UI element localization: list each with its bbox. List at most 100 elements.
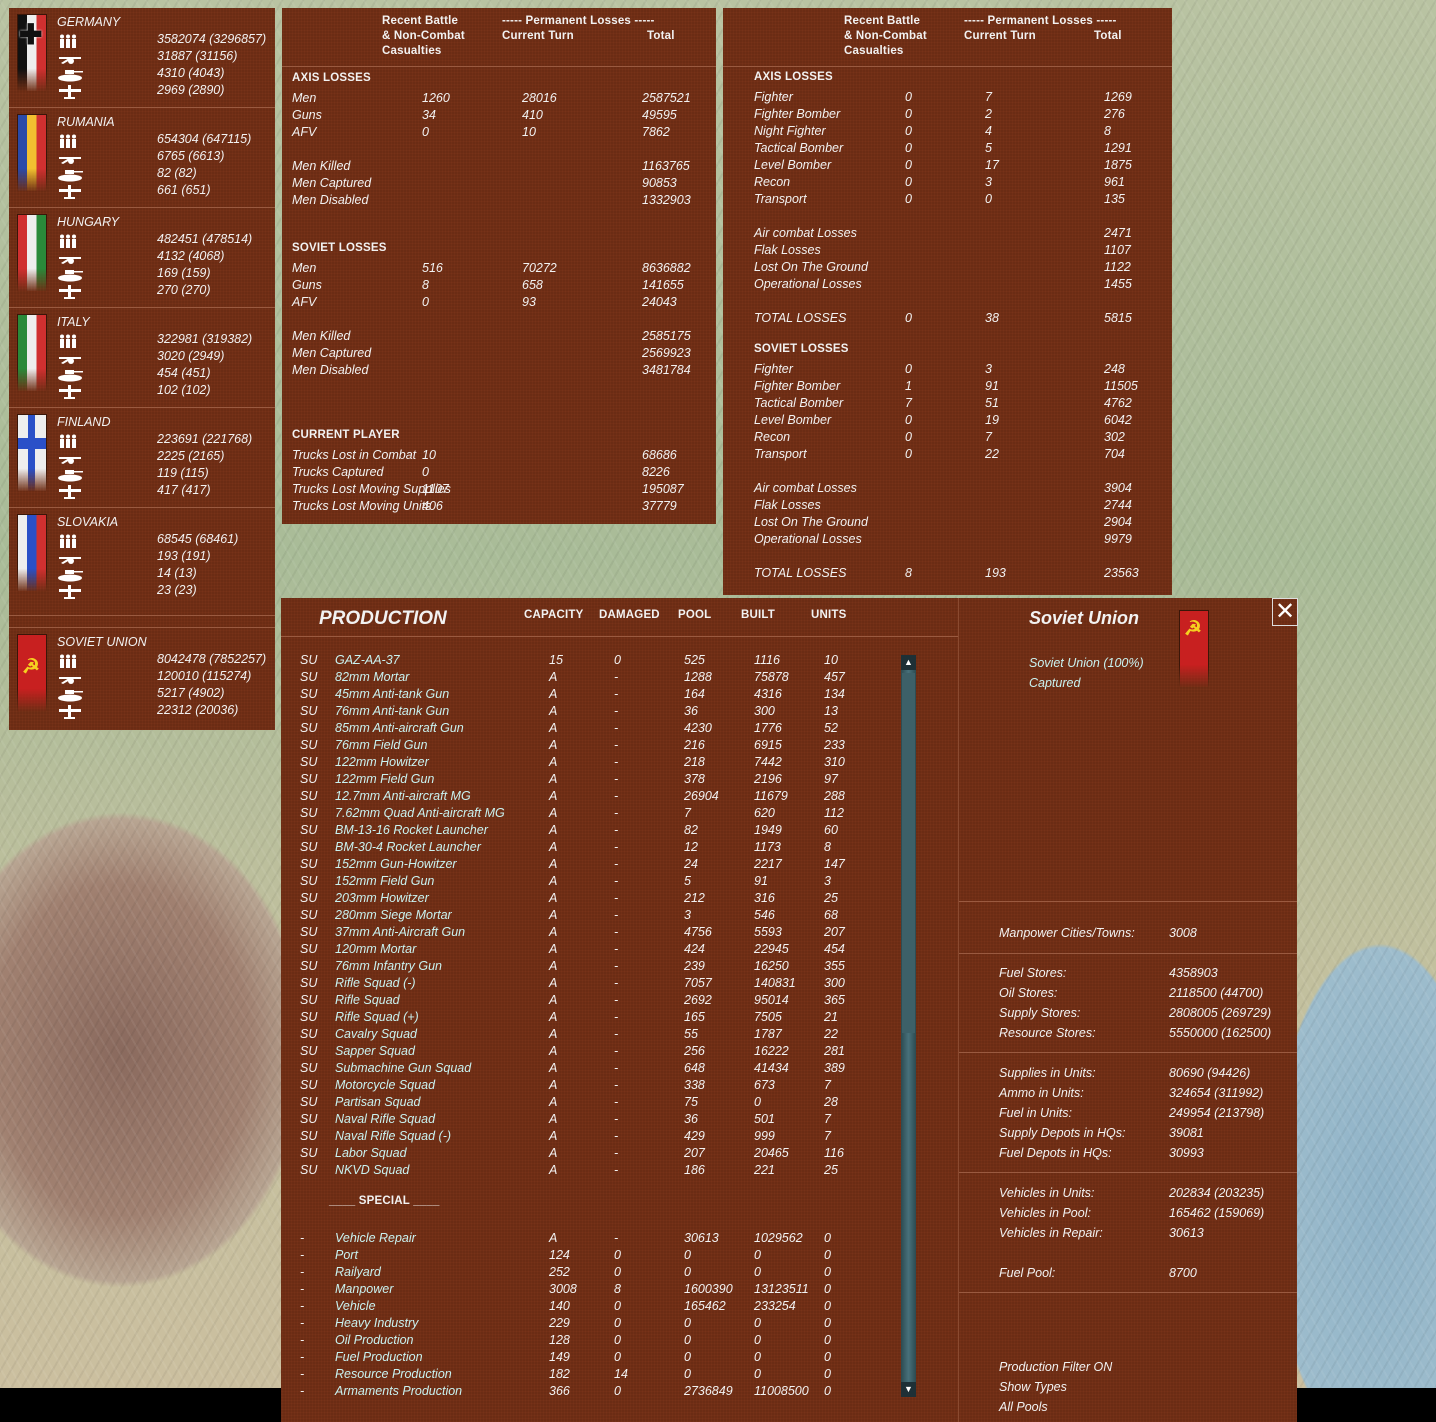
filter-option[interactable]: Show Types xyxy=(999,1380,1067,1394)
item-value: A xyxy=(549,721,558,735)
loss-value: 10 xyxy=(522,125,536,139)
aircraft-icon xyxy=(57,385,83,399)
item-name[interactable]: Fuel Production xyxy=(335,1350,423,1364)
item-name[interactable]: 37mm Anti-Aircraft Gun xyxy=(335,925,465,939)
item-name[interactable]: BM-13-16 Rocket Launcher xyxy=(335,823,488,837)
item-name[interactable]: Partisan Squad xyxy=(335,1095,420,1109)
item-value: 252 xyxy=(549,1265,570,1279)
item-name[interactable]: 152mm Gun-Howitzer xyxy=(335,857,457,871)
item-value: 0 xyxy=(824,1367,831,1381)
header-permanent-losses: ----- Permanent Losses ----- xyxy=(502,15,655,27)
scroll-up-arrow[interactable]: ▲ xyxy=(901,655,916,670)
divider xyxy=(959,1052,1297,1053)
item-value: - xyxy=(614,704,619,718)
loss-value: 0 xyxy=(905,90,912,104)
item-name[interactable]: Vehicle xyxy=(335,1299,376,1313)
item-name[interactable]: Heavy Industry xyxy=(335,1316,418,1330)
item-name[interactable]: Rifle Squad xyxy=(335,993,400,1007)
item-name[interactable]: 85mm Anti-aircraft Gun xyxy=(335,721,464,735)
cross-icon: ✚ xyxy=(19,19,43,50)
item-name[interactable]: 152mm Field Gun xyxy=(335,874,434,888)
nation-stat-value: 82 (82) xyxy=(157,166,197,180)
item-value: 7 xyxy=(824,1112,831,1126)
item-name[interactable]: 280mm Siege Mortar xyxy=(335,908,452,922)
scroll-down-arrow[interactable]: ▼ xyxy=(901,1382,916,1397)
item-name[interactable]: GAZ-AA-37 xyxy=(335,653,400,667)
scroll-thumb[interactable] xyxy=(902,673,915,1033)
item-name[interactable]: Rifle Squad (-) xyxy=(335,976,416,990)
item-value: SU xyxy=(300,1129,318,1143)
item-value: SU xyxy=(300,891,318,905)
item-name[interactable]: 203mm Howitzer xyxy=(335,891,429,905)
nation-stat-value: 102 (102) xyxy=(157,383,211,397)
close-button[interactable]: ✕ xyxy=(1272,598,1298,626)
item-value: A xyxy=(549,1044,558,1058)
loss-value: 0 xyxy=(905,430,912,444)
item-value: 256 xyxy=(684,1044,705,1058)
item-value: 233254 xyxy=(754,1299,796,1313)
item-name[interactable]: Oil Production xyxy=(335,1333,414,1347)
item-name[interactable]: Port xyxy=(335,1248,358,1262)
item-name[interactable]: Manpower xyxy=(335,1282,393,1296)
item-name[interactable]: Armaments Production xyxy=(335,1384,462,1398)
loss-value: 90853 xyxy=(642,176,677,190)
item-name[interactable]: 122mm Howitzer xyxy=(335,755,429,769)
item-name[interactable]: 12.7mm Anti-aircraft MG xyxy=(335,789,471,803)
divider xyxy=(9,507,275,508)
item-name[interactable]: 7.62mm Quad Anti-aircraft MG xyxy=(335,806,505,820)
stat-value: 249954 (213798) xyxy=(1169,1106,1265,1120)
item-name[interactable]: Naval Rifle Squad (-) xyxy=(335,1129,451,1143)
loss-value: 2471 xyxy=(1104,226,1132,240)
item-value: 0 xyxy=(614,1299,621,1313)
item-name[interactable]: 82mm Mortar xyxy=(335,670,409,684)
nation-stat-value: 119 (115) xyxy=(157,466,209,480)
item-name[interactable]: Rifle Squad (+) xyxy=(335,1010,419,1024)
item-value: 5593 xyxy=(754,925,782,939)
stat-value: 80690 (94426) xyxy=(1169,1066,1251,1080)
item-value: 454 xyxy=(824,942,845,956)
item-name[interactable]: Labor Squad xyxy=(335,1146,407,1160)
item-name[interactable]: Submachine Gun Squad xyxy=(335,1061,471,1075)
item-name[interactable]: Resource Production xyxy=(335,1367,452,1381)
item-value: SU xyxy=(300,704,318,718)
item-name[interactable]: 120mm Mortar xyxy=(335,942,416,956)
nation-info-panel: Soviet Union ☭ Soviet Union (100%) Captured… xyxy=(958,598,1298,1422)
stat-value: 165462 (159069) xyxy=(1169,1206,1265,1220)
item-value: A xyxy=(549,942,558,956)
loss-label: AFV xyxy=(292,125,317,139)
item-name[interactable]: 76mm Infantry Gun xyxy=(335,959,442,973)
item-name[interactable]: Cavalry Squad xyxy=(335,1027,417,1041)
item-name[interactable]: Vehicle Repair xyxy=(335,1231,416,1245)
item-name[interactable]: 76mm Anti-tank Gun xyxy=(335,704,449,718)
item-value: 0 xyxy=(754,1367,761,1381)
item-name[interactable]: 45mm Anti-tank Gun xyxy=(335,687,449,701)
item-name[interactable]: Naval Rifle Squad xyxy=(335,1112,435,1126)
item-name[interactable]: NKVD Squad xyxy=(335,1163,409,1177)
item-value: 149 xyxy=(549,1350,570,1364)
item-name[interactable]: Railyard xyxy=(335,1265,381,1279)
loss-value: 0 xyxy=(985,192,992,206)
item-value: A xyxy=(549,1095,558,1109)
loss-value: 2585175 xyxy=(642,329,691,343)
item-name[interactable]: Sapper Squad xyxy=(335,1044,415,1058)
item-value: 0 xyxy=(614,1316,621,1330)
item-value: - xyxy=(614,772,619,786)
item-name[interactable]: 122mm Field Gun xyxy=(335,772,434,786)
loss-value: 1107 xyxy=(422,482,449,496)
loss-value: 410 xyxy=(522,108,543,122)
item-value: 0 xyxy=(614,1350,621,1364)
flag-hungary xyxy=(17,214,47,292)
divider xyxy=(9,615,275,616)
item-value: 8 xyxy=(614,1282,621,1296)
item-name[interactable]: BM-30-4 Rocket Launcher xyxy=(335,840,481,854)
gun-icon xyxy=(57,451,83,465)
filter-option[interactable]: All Pools xyxy=(999,1400,1048,1414)
item-name[interactable]: Motorcycle Squad xyxy=(335,1078,435,1092)
item-value: A xyxy=(549,1163,558,1177)
filter-option[interactable]: Production Filter ON xyxy=(999,1360,1112,1374)
loss-label: Lost On The Ground xyxy=(754,260,868,274)
loss-value: 4762 xyxy=(1104,396,1132,410)
item-value: 60 xyxy=(824,823,838,837)
item-value: 11679 xyxy=(754,789,788,803)
item-name[interactable]: 76mm Field Gun xyxy=(335,738,427,752)
